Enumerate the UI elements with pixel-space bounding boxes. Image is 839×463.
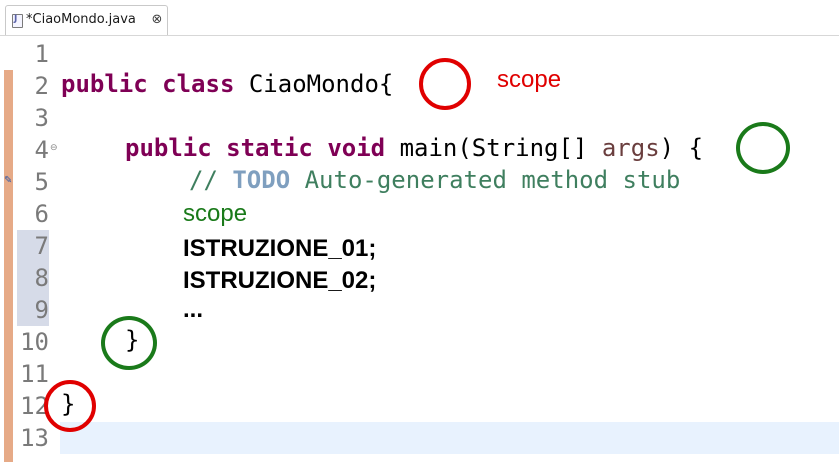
statement-2: ISTRUZIONE_02; [183,267,377,294]
class-open-brace-circle [419,58,471,110]
keyword: public [61,70,148,98]
line-number: 1 [34,40,49,68]
line-number: 2 [34,72,49,100]
line-number: 8 [34,264,49,292]
code-line-2: public class CiaoMondo{ [61,68,393,100]
code-line-4: public static void main(String[] args) { [125,132,703,164]
java-file-icon: J [12,14,23,28]
code-line-5-comment: // TODO Auto-generated method stub [189,164,680,196]
line-number: 5 [34,168,49,196]
line-number: 9 [34,296,49,324]
line-number: 3 [34,104,49,132]
line-number: 10 [20,328,49,356]
code-editor[interactable]: 1 2 3 4 5 6 7 8 9 10 11 12 13 ⊖ ✎ public… [0,36,839,463]
method-signature: main(String[] [399,134,588,162]
tab-label: *CiaoMondo.java [26,12,136,27]
keyword: public [125,134,212,162]
line-number: 7 [34,232,49,260]
line-number: 6 [34,200,49,228]
current-line-highlight [60,422,839,454]
fold-toggle-icon[interactable]: ⊖ [50,143,58,153]
method-close-brace-circle [101,316,157,370]
close-icon[interactable]: ⊗ [151,13,163,27]
keyword: void [327,134,386,162]
scope-label-method: scope [183,200,248,227]
method-open-brace-circle [736,122,790,174]
ellipsis: ... [183,296,204,323]
keyword: class [162,70,235,98]
parameter: args [601,134,660,162]
comment-start: // [189,166,233,194]
task-marker-icon: ✎ [4,175,13,186]
tab-ciaomondo-java[interactable]: J *CiaoMondo.java ⊗ [5,5,168,36]
change-marker-bar [4,70,13,462]
todo-tag: TODO [232,166,291,194]
line-number: 11 [20,360,49,388]
line-number: 13 [20,424,49,452]
line-number: 4 [34,136,49,164]
paren: ) [659,134,675,162]
comment-text: Auto-generated method stub [290,166,681,194]
statement-1: ISTRUZIONE_01; [183,235,377,262]
class-name: CiaoMondo [248,70,379,98]
editor-tab-bar: J *CiaoMondo.java ⊗ [0,0,839,36]
brace: { [688,134,704,162]
keyword: static [226,134,313,162]
brace: { [378,70,394,98]
scope-label-class: scope [497,66,562,93]
class-close-brace-circle [44,380,96,432]
